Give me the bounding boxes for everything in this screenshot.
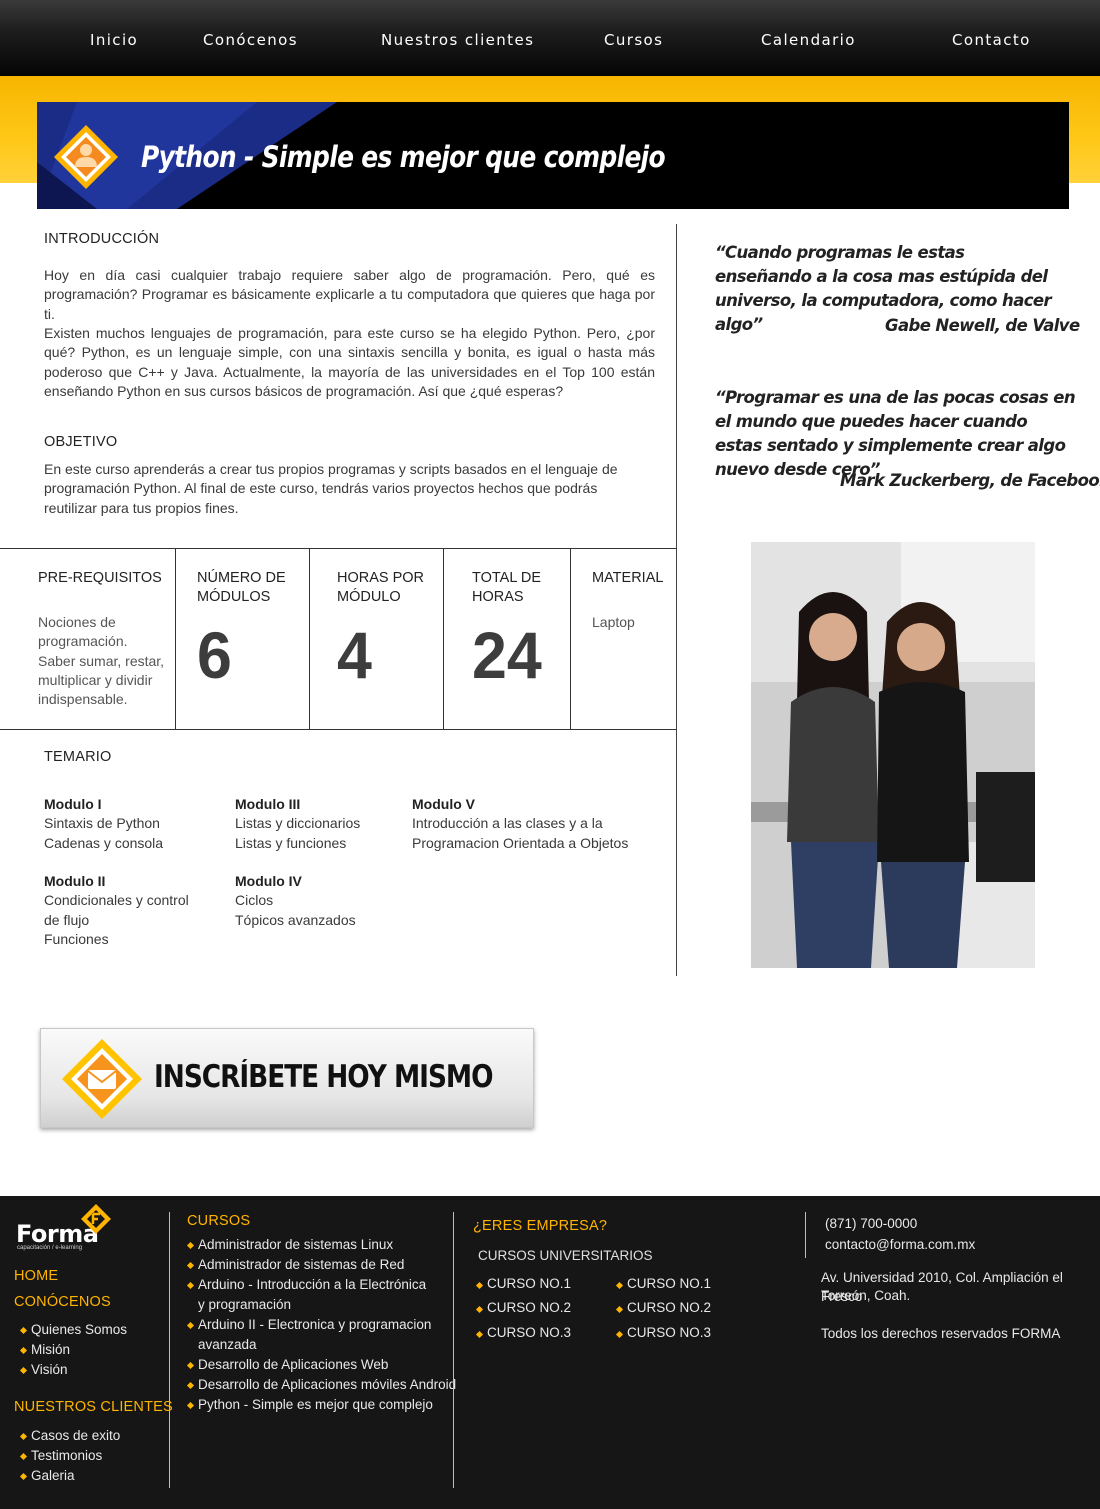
footer-course-link[interactable]: Arduino II - Electronica y programacion [198,1315,431,1335]
footer-logo-subtitle: capacitación / e-learning [17,1245,83,1251]
hours-cell: HORAS POR MÓDULO 4 [310,549,444,729]
module-title: Modulo V [412,796,475,812]
footer-course-link[interactable]: Arduino - Introducción a la Electrónica [198,1275,426,1295]
footer-course-link[interactable]: Desarrollo de Aplicaciones móviles Andro… [198,1375,456,1395]
footer-course-link-cont[interactable]: avanzada [198,1335,257,1355]
module-2: Modulo II Condicionales y control de flu… [44,872,204,949]
inscribete-label: INSCRÍBETE HOY MISMO [154,1059,494,1095]
footer-curso-link[interactable]: CURSO NO.1 [487,1274,571,1294]
footer-empresa-link[interactable]: ¿ERES EMPRESA? [473,1218,607,1234]
intro-heading: INTRODUCCIÓN [44,231,160,247]
footer-course-link[interactable]: Administrador de sistemas de Red [198,1255,404,1275]
module-line: Funciones [44,930,109,947]
module-title: Modulo IV [235,873,302,889]
footer-link-mision[interactable]: Misión [31,1340,70,1360]
hero-banner: Python - Simple es mejor que complejo [37,102,1069,209]
objetivo-paragraph: En este curso aprenderás a crear tus pro… [44,461,618,516]
envelope-icon [62,1039,142,1119]
footer-link-vision[interactable]: Visión [31,1360,68,1380]
modules-label: NÚMERO DE MÓDULOS [197,570,286,606]
footer-rights: Todos los derechos reservados FORMA [821,1326,1061,1341]
material-label: MATERIAL [592,570,664,586]
footer-divider-1 [169,1212,170,1488]
module-line: Listas y funciones [235,834,347,851]
footer-address-line-2: Torreón, Coah. [821,1288,911,1303]
footer-divider-3 [805,1212,806,1258]
footer-link-quienes-somos[interactable]: Quienes Somos [31,1320,127,1340]
nav-inicio[interactable]: Inicio [90,31,138,49]
footer-course-link[interactable]: Administrador de sistemas Linux [198,1235,393,1255]
footer-cursos-heading: CURSOS [187,1213,251,1229]
module-title: Modulo III [235,796,301,812]
footer-email[interactable]: contacto@forma.com.mx [825,1235,975,1254]
modules-value: 6 [197,618,232,692]
footer-course-link[interactable]: Desarrollo de Aplicaciones Web [198,1355,388,1375]
module-line: Listas y diccionarios [235,815,361,832]
intro-paragraph-2: Existen muchos lenguajes de programación… [44,325,655,399]
module-5: Modulo V Introducción a las clases y a l… [412,795,642,853]
footer-phone: (871) 700-0000 [825,1216,918,1231]
course-info-table: PRE-REQUISITOS Nociones de programación.… [0,548,677,730]
page-title: Python - Simple es mejor que complejo [141,140,666,174]
person-icon [54,125,118,189]
module-line: Ciclos [235,892,274,909]
quote-1-author: Gabe Newell, de Valve [885,316,1080,335]
footer-curso-link[interactable]: CURSO NO.1 [627,1274,711,1294]
total-value: 24 [472,618,542,692]
module-title: Modulo II [44,873,106,889]
prereq-text: Nociones de programación. Saber sumar, r… [38,614,165,708]
footer-curso-link[interactable]: CURSO NO.3 [487,1323,571,1343]
objetivo-heading: OBJETIVO [44,434,118,450]
module-title: Modulo I [44,796,102,812]
nav-conocenos[interactable]: Conócenos [203,31,298,49]
footer-universitarios-heading: CURSOS UNIVERSITARIOS [478,1248,653,1263]
nav-contacto[interactable]: Contacto [952,31,1031,49]
module-line: Condicionales y control de flujo [44,892,189,928]
footer-divider-2 [453,1212,454,1488]
hours-label: HORAS POR MÓDULO [337,570,425,606]
nav-nuestros-clientes[interactable]: Nuestros clientes [381,31,534,49]
material-value: Laptop [592,614,635,630]
module-line: Introducción a las clases y a la Program… [412,815,629,851]
footer-course-link-cont[interactable]: y programación [198,1295,291,1315]
footer-link-testimonios[interactable]: Testimonios [31,1446,102,1466]
logo-mark-icon [81,1204,111,1234]
module-line: Cadenas y consola [44,834,164,851]
total-label: TOTAL DE HORAS [472,570,542,606]
module-1: Modulo I Sintaxis de Python Cadenas y co… [44,795,163,853]
inscribete-button[interactable]: INSCRÍBETE HOY MISMO [40,1028,534,1128]
footer-course-link[interactable]: Python - Simple es mejor que complejo [198,1395,433,1415]
total-cell: TOTAL DE HORAS 24 [444,549,571,729]
footer-link-casos[interactable]: Casos de exito [31,1426,120,1446]
module-3: Modulo III Listas y diccionarios Listas … [235,795,360,853]
nav-cursos[interactable]: Cursos [604,31,663,49]
module-line: Sintaxis de Python [44,815,160,832]
hours-value: 4 [337,618,372,692]
footer-home-link[interactable]: HOME [14,1268,58,1284]
prereq-label: PRE-REQUISITOS [38,570,162,586]
material-cell: MATERIAL Laptop [571,549,677,729]
temario-heading: TEMARIO [44,749,112,765]
modules-cell: NÚMERO DE MÓDULOS 6 [176,549,310,729]
quote-2-author: Mark Zuckerberg, de Facebook [840,471,1100,490]
quote-2-text: “Programar es una de las pocas cosas en … [715,388,1076,479]
footer-curso-link[interactable]: CURSO NO.2 [627,1298,711,1318]
prereq-cell: PRE-REQUISITOS Nociones de programación.… [0,549,176,729]
intro-paragraph-1: Hoy en día casi cualquier trabajo requie… [44,267,655,322]
footer-link-galeria[interactable]: Galeria [31,1466,75,1486]
module-line: Tópicos avanzados [235,911,356,928]
footer-conocenos-link[interactable]: CONÓCENOS [14,1294,111,1310]
nav-calendario[interactable]: Calendario [761,31,856,49]
footer-clientes-link[interactable]: NUESTROS CLIENTES [14,1399,173,1415]
footer-curso-link[interactable]: CURSO NO.2 [487,1298,571,1318]
top-nav: Inicio Conócenos Nuestros clientes Curso… [0,0,1100,76]
footer-curso-link[interactable]: CURSO NO.3 [627,1323,711,1343]
module-4: Modulo IV Ciclos Tópicos avanzados [235,872,356,930]
students-photo [751,542,1035,968]
